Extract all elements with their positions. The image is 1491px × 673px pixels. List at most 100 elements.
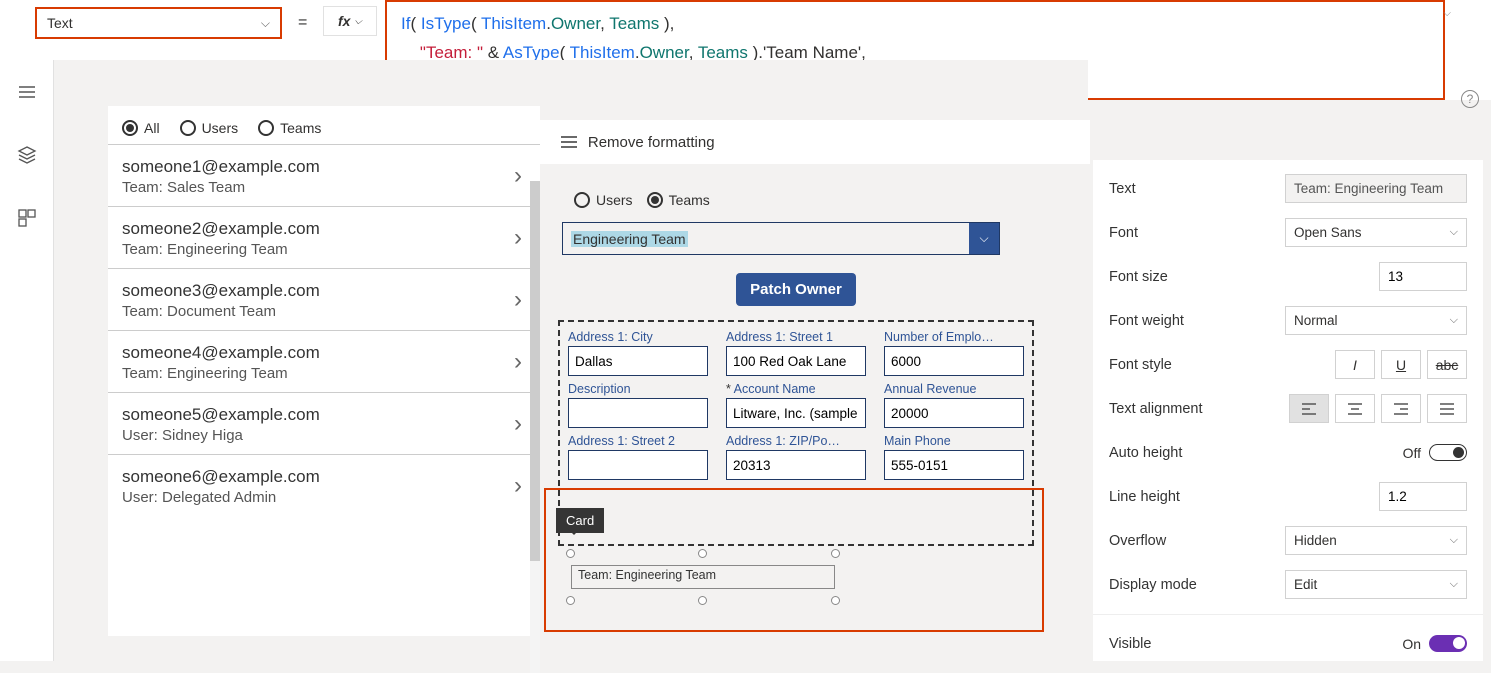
prop-displaymode-dropdown[interactable]: Edit⌵ (1285, 570, 1467, 599)
form-field: * Account Name (726, 382, 866, 428)
gallery-list: All Users Teams someone1@example.com Team… (108, 106, 540, 636)
prop-align-label: Text alignment (1109, 401, 1285, 417)
field-input[interactable] (726, 346, 866, 376)
prop-overflow-dropdown[interactable]: Hidden⌵ (1285, 526, 1467, 555)
form-field: Address 1: Street 2 (568, 434, 708, 480)
prop-displaymode-label: Display mode (1109, 577, 1285, 593)
visible-toggle[interactable]: On (1402, 635, 1467, 652)
item-email: someone1@example.com (122, 157, 526, 177)
field-label: Address 1: ZIP/Po… (726, 434, 866, 448)
field-label: Address 1: Street 2 (568, 434, 708, 448)
expand-formula-icon[interactable]: ⌵ (1443, 8, 1451, 19)
form-field: Address 1: Street 1 (726, 330, 866, 376)
field-label: Address 1: Street 1 (726, 330, 866, 344)
tree-view-icon[interactable] (17, 82, 37, 105)
prop-font-dropdown[interactable]: Open Sans⌵ (1285, 218, 1467, 247)
field-input[interactable] (884, 398, 1024, 428)
prop-autoheight-label: Auto height (1109, 445, 1285, 461)
radio-users[interactable]: Users (180, 120, 239, 136)
item-email: someone6@example.com (122, 467, 526, 487)
list-item[interactable]: someone3@example.comTeam: Document Team› (108, 268, 540, 330)
property-selector[interactable]: Text ⌵ (35, 7, 282, 39)
prop-overflow-label: Overflow (1109, 533, 1285, 549)
detail-radio-teams[interactable]: Teams (647, 192, 710, 208)
chevron-right-icon: › (514, 472, 522, 500)
item-subtitle: Team: Engineering Team (122, 241, 526, 258)
card-text-value: Team: Engineering Team (571, 565, 835, 589)
remove-formatting-button[interactable]: Remove formatting (560, 134, 715, 151)
align-center-button[interactable] (1335, 394, 1375, 423)
list-item[interactable]: someone6@example.com User: Delegated Admi… (108, 454, 540, 516)
form-field: Address 1: City (568, 330, 708, 376)
detail-radio-users[interactable]: Users (574, 192, 633, 208)
prop-fontsize-label: Font size (1109, 269, 1285, 285)
field-label: Annual Revenue (884, 382, 1024, 396)
chevron-down-icon: ⌵ (354, 16, 362, 27)
team-combobox[interactable]: Engineering Team ⌵ (562, 222, 1000, 255)
properties-pane: TextTeam: Engineering Team FontOpen Sans… (1093, 160, 1483, 661)
field-input[interactable] (884, 346, 1024, 376)
chevron-right-icon: › (514, 162, 522, 190)
list-item[interactable]: someone1@example.com Team: Sales Team› (108, 145, 540, 206)
list-item[interactable]: someone2@example.com Team: Engineering Te… (108, 206, 540, 268)
patch-owner-button[interactable]: Patch Owner (736, 273, 856, 306)
chevron-right-icon: › (514, 348, 522, 376)
prop-fontstyle-label: Font style (1109, 357, 1285, 373)
prop-fontsize-input[interactable] (1379, 262, 1467, 291)
card-tooltip: Card (556, 508, 604, 533)
scroll-thumb[interactable] (530, 181, 540, 561)
prop-visible-label: Visible (1109, 636, 1285, 652)
components-icon[interactable] (17, 208, 37, 231)
field-input[interactable] (884, 450, 1024, 480)
field-input[interactable] (568, 398, 708, 428)
autoheight-toggle[interactable]: Off (1403, 444, 1467, 461)
list-item[interactable]: someone4@example.com Team: Engineering Te… (108, 330, 540, 392)
filter-radio-row: All Users Teams (108, 106, 540, 144)
item-email: someone4@example.com (122, 343, 526, 363)
prop-font-label: Font (1109, 225, 1285, 241)
layers-icon[interactable] (17, 145, 37, 168)
item-subtitle: User: Sidney Higa (122, 427, 526, 444)
field-input[interactable] (568, 450, 708, 480)
field-input[interactable] (726, 398, 866, 428)
left-sidebar (0, 60, 54, 661)
chevron-right-icon: › (514, 286, 522, 314)
underline-button[interactable]: U (1381, 350, 1421, 379)
form-card-container: Address 1: CityAddress 1: Street 1Number… (558, 320, 1034, 546)
item-subtitle: Team: Sales Team (122, 179, 526, 196)
prop-text-value[interactable]: Team: Engineering Team (1285, 174, 1467, 203)
form-field: Annual Revenue (884, 382, 1024, 428)
item-email: someone3@example.com (122, 281, 526, 301)
strike-button[interactable]: abc (1427, 350, 1467, 379)
selected-card[interactable]: Team: Engineering Team (571, 554, 835, 600)
item-email: someone2@example.com (122, 219, 526, 239)
field-input[interactable] (726, 450, 866, 480)
chevron-right-icon: › (514, 224, 522, 252)
align-justify-button[interactable] (1427, 394, 1467, 423)
prop-fontweight-dropdown[interactable]: Normal⌵ (1285, 306, 1467, 335)
align-left-button[interactable] (1289, 394, 1329, 423)
combobox-value: Engineering Team (571, 231, 688, 247)
chevron-right-icon: › (514, 410, 522, 438)
list-item[interactable]: someone5@example.com User: Sidney Higa› (108, 392, 540, 454)
prop-lineheight-input[interactable] (1379, 482, 1467, 511)
align-right-button[interactable] (1381, 394, 1421, 423)
prop-lineheight-label: Line height (1109, 489, 1285, 505)
help-icon[interactable]: ? (1461, 90, 1479, 108)
chevron-down-icon[interactable]: ⌵ (969, 223, 999, 254)
radio-teams[interactable]: Teams (258, 120, 321, 136)
item-subtitle: User: Delegated Admin (122, 489, 526, 506)
chevron-down-icon: ⌵ (261, 16, 270, 31)
item-subtitle: Team: Engineering Team (122, 365, 526, 382)
radio-all[interactable]: All (122, 120, 160, 136)
form-field: Address 1: ZIP/Po… (726, 434, 866, 480)
prop-fontweight-label: Font weight (1109, 313, 1285, 329)
field-label: Main Phone (884, 434, 1024, 448)
scrollbar[interactable] (530, 181, 540, 673)
fx-button[interactable]: fx ⌵ (323, 6, 377, 36)
item-email: someone5@example.com (122, 405, 526, 425)
field-input[interactable] (568, 346, 708, 376)
field-label: * Account Name (726, 382, 866, 396)
equals-sign: = (298, 14, 307, 32)
italic-button[interactable]: I (1335, 350, 1375, 379)
